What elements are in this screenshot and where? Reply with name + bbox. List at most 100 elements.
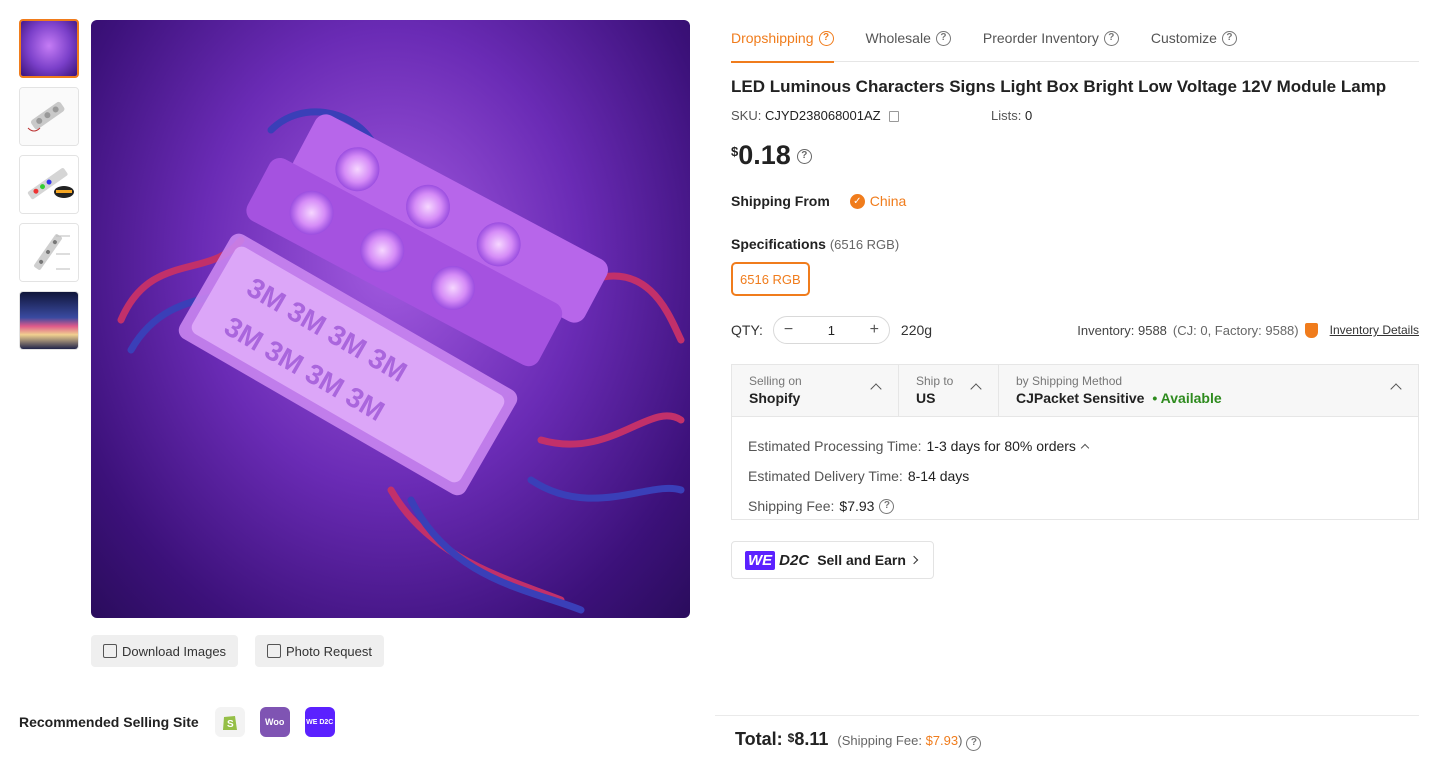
total-label: Total: [735,729,783,749]
tab-preorder-label: Preorder Inventory [982,30,1099,46]
ship-to-selector[interactable]: Ship to US [899,365,999,416]
lists-label: Lists: [991,108,1022,123]
shipping-method-value: CJPacket Sensitive [1016,390,1145,406]
shipping-from-country[interactable]: China [870,193,907,209]
quantity-input[interactable] [811,322,852,338]
qty-label: QTY: [731,322,763,338]
shipping-method-selector[interactable]: by Shipping Method CJPacket Sensitive • A… [999,365,1418,416]
inventory-info: Inventory: 9588 (CJ: 0, Factory: 9588) I… [1077,322,1419,338]
download-images-button[interactable]: Download Images [91,635,239,667]
thumbnail-2[interactable] [19,87,79,146]
inventory-details-link[interactable]: Inventory Details [1330,323,1419,337]
download-images-label: Download Images [122,643,227,659]
tab-customize[interactable]: Customize ? [1151,14,1237,62]
thumbnail-4[interactable] [19,223,79,282]
inventory-breakdown: (CJ: 0, Factory: 9588) [1172,322,1299,338]
total-fee-value: $7.93 [925,733,959,748]
shipping-fee-label: Shipping Fee: [748,498,835,514]
shipping-method-label: by Shipping Method [1016,374,1123,388]
video-icon [267,644,281,658]
chevron-up-icon[interactable] [1080,443,1090,452]
shipping-details: Estimated Processing Time: 1-3 days for … [732,417,1418,521]
wed2c-sell-and-earn-button[interactable]: WE D2C Sell and Earn [731,541,934,579]
tab-dropshipping-label: Dropshipping [731,30,814,46]
total-value: 8.11 [794,729,829,749]
help-icon[interactable]: ? [879,498,895,514]
specifications: Specifications (6516 RGB) [731,236,899,252]
sku-label: SKU: [731,108,762,123]
help-icon[interactable]: ? [818,30,834,46]
shopify-icon[interactable]: S [214,707,245,737]
delivery-time-label: Estimated Delivery Time: [748,468,903,484]
thumbnail-1[interactable] [19,19,79,78]
plus-icon[interactable]: + [870,321,879,339]
inventory-label: Inventory: [1077,322,1135,338]
delivery-time-row: Estimated Delivery Time: 8-14 days [748,461,1418,491]
main-product-image: 3M 3M 3M 3M 3M 3M 3M 3M [91,20,690,618]
recommended-selling-sites: Recommended Selling Site S Woo WE D2C [19,707,350,737]
check-icon: ✓ [849,193,865,209]
copy-icon[interactable] [889,111,900,123]
tab-preorder-inventory[interactable]: Preorder Inventory ? [983,14,1119,62]
total-shipping-fee: (Shipping Fee: $7.93) [837,733,962,748]
recommended-title: Recommended Selling Site [19,714,199,730]
wed2c-site-icon[interactable]: WE D2C [304,707,335,737]
image-download-icon [103,644,117,658]
availability-status: • Available [1152,390,1222,406]
spec-option-6516-rgb[interactable]: 6516 RGB [731,262,810,296]
minus-icon[interactable]: − [784,321,793,339]
lists-row: Lists: 0 [991,108,1032,123]
price-currency: $ [731,144,739,159]
wed2c-logo-we: WE [745,550,776,570]
thumbnail-3[interactable] [19,155,79,214]
order-total: Total: $ 8.11 (Shipping Fee: $7.93) ? [735,729,982,751]
warehouse-icon [1304,322,1318,338]
delivery-time-value: 8-14 days [907,468,970,484]
chevron-right-icon [909,555,919,565]
tab-customize-label: Customize [1150,30,1217,46]
help-icon[interactable]: ? [966,736,982,751]
help-icon[interactable]: ? [935,30,951,46]
selling-on-selector[interactable]: Selling on Shopify [732,365,899,416]
shipping-selectors: Selling on Shopify Ship to US by Shippin… [732,365,1418,417]
shipping-panel: Selling on Shopify Ship to US by Shippin… [731,364,1419,520]
thumbnail-5[interactable] [19,291,79,350]
sku-row: SKU: CJYD238068001AZ [731,108,900,123]
sku-value: CJYD238068001AZ [764,108,881,123]
woocommerce-icon[interactable]: Woo [259,707,290,737]
specifications-count: (6516 RGB) [829,237,900,252]
lists-value: 0 [1024,108,1033,123]
processing-time-value: 1-3 days for 80% orders [926,438,1076,454]
ship-to-value: US [916,390,936,406]
product-weight: 220g [900,322,933,338]
help-icon[interactable]: ? [1103,30,1119,46]
thumbnail-list [19,19,79,359]
photo-request-button[interactable]: Photo Request [255,635,385,667]
ship-to-label: Ship to [916,374,954,388]
wed2c-logo-d2c: D2C [779,551,810,569]
tab-wholesale-label: Wholesale [865,30,931,46]
shipping-fee-value: $7.93 [839,498,875,514]
product-title: LED Luminous Characters Signs Light Box … [731,77,1387,96]
purchase-mode-tabs: Dropshipping ? Wholesale ? Preorder Inve… [731,14,1419,63]
total-currency: $ [787,731,795,745]
shipping-from: Shipping From ✓ China [731,193,906,209]
processing-time-label: Estimated Processing Time: [748,438,922,454]
quantity-stepper: − + [772,316,890,344]
product-price: $ 0.18 ? [731,140,812,171]
specifications-label: Specifications [731,236,826,252]
quantity-row: QTY: − + 220g Inventory: 9588 (CJ: 0, Fa… [731,315,1419,345]
total-fee-suffix: ) [958,733,963,748]
photo-request-label: Photo Request [286,643,373,659]
shipping-fee-row: Shipping Fee: $7.93 ? [748,491,1418,521]
svg-text:S: S [227,719,234,730]
inventory-value: 9588 [1137,322,1167,338]
tab-wholesale[interactable]: Wholesale ? [866,14,951,62]
price-value: 0.18 [738,140,791,170]
total-fee-prefix: (Shipping Fee: [837,733,922,748]
tab-dropshipping[interactable]: Dropshipping ? [731,14,834,63]
help-icon[interactable]: ? [1221,30,1237,46]
sell-and-earn-label: Sell and Earn [817,552,906,568]
help-icon[interactable]: ? [796,149,812,164]
shipping-from-label: Shipping From [731,193,830,209]
